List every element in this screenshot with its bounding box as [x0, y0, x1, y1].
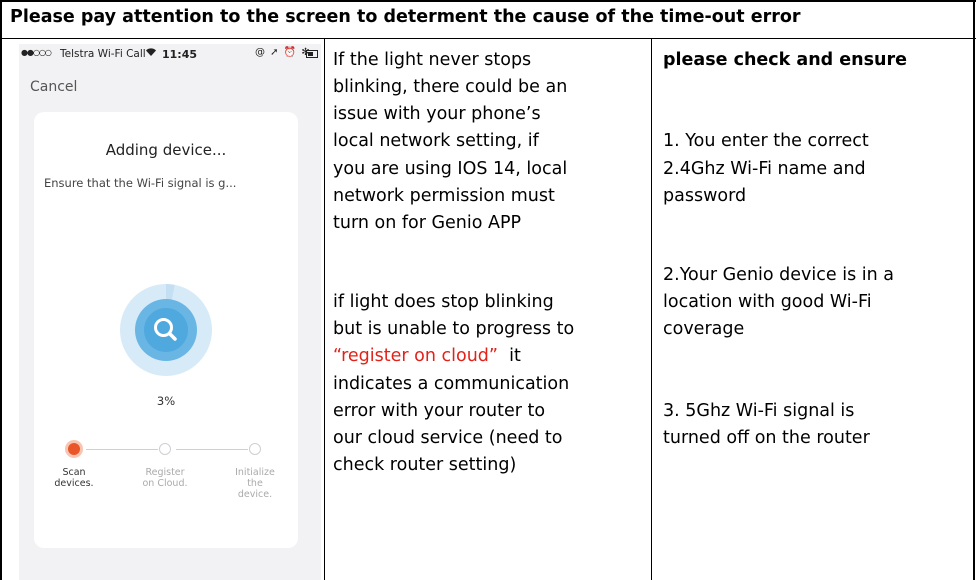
right-line-5: 2.Your Genio device is in a [663, 265, 894, 285]
table-border-left [0, 0, 2, 580]
middle-line-3: issue with your phone’s [333, 104, 541, 124]
status-time: 11:45 [162, 48, 198, 61]
middle-line-9: if light does stop blinking [333, 292, 554, 312]
search-circle [144, 308, 188, 352]
carrier-name: Telstra Wi-Fi Call [60, 48, 146, 60]
table-border-header-bottom [0, 38, 976, 39]
wifi-icon [145, 47, 157, 60]
signal-strength-icon: ●●○○○ [21, 48, 52, 57]
middle-line-6: network permission must [333, 186, 555, 206]
step-register-label: Register on Cloud. [142, 467, 188, 489]
column-divider-1 [324, 38, 325, 580]
middle-line-12: indicates a communication [333, 374, 570, 394]
table-border-top [0, 0, 976, 2]
step-scan-indicator [68, 443, 80, 455]
register-quote-open: “ [333, 346, 342, 366]
progress-percent: 3% [156, 394, 176, 408]
document-table: Please pay attention to the screen to de… [0, 0, 976, 580]
cancel-button[interactable]: Cancel [30, 79, 77, 95]
middle-line-1: If the light never stops [333, 50, 532, 70]
adding-device-title: Adding device... [105, 141, 227, 159]
middle-line-11: “register on cloud” it [333, 343, 521, 371]
register-quote-close: ” [488, 346, 498, 366]
step-connector-1 [86, 449, 158, 450]
middle-line-15: check router setting) [333, 455, 517, 475]
battery-icon [306, 50, 318, 58]
step-scan-label: Scan devices. [54, 467, 94, 489]
middle-line-4: local network setting, if [333, 131, 539, 151]
middle-line-14: our cloud service (need to [333, 428, 563, 448]
register-on-cloud-text: register on cloud [341, 346, 489, 366]
right-heading: please check and ensure [663, 50, 907, 70]
phone-screenshot: ●●○○○ Telstra Wi-Fi Call 11:45 @ ➚ ⏰ ✻ C… [19, 44, 321, 580]
wifi-signal-hint: Ensure that the Wi-Fi signal is g... [44, 176, 237, 190]
middle-line-7: turn on for Genio APP [333, 213, 522, 233]
right-line-9: 3. 5Ghz Wi-Fi signal is [663, 401, 855, 421]
right-line-2: 2.4Ghz Wi-Fi name and [663, 159, 866, 179]
progress-ring [120, 284, 212, 376]
status-bar: ●●○○○ Telstra Wi-Fi Call 11:45 @ ➚ ⏰ ✻ [19, 44, 321, 66]
status-indicator-icons: @ ➚ ⏰ ✻ [255, 47, 311, 58]
right-line-6: location with good Wi-Fi [663, 292, 872, 312]
step-connector-2 [176, 449, 248, 450]
table-header-title: Please pay attention to the screen to de… [10, 7, 801, 27]
middle-line-10: but is unable to progress to [333, 319, 575, 339]
right-line-10: turned off on the router [663, 428, 870, 448]
column-divider-2 [651, 38, 652, 580]
middle-line-5: you are using IOS 14, local [333, 159, 568, 179]
step-initialize-label: Initialize the device. [235, 467, 275, 500]
right-line-7: coverage [663, 319, 745, 339]
step-initialize-indicator [249, 443, 261, 455]
step-register-indicator [159, 443, 171, 455]
adding-device-card: Adding device... Ensure that the Wi-Fi s… [34, 112, 298, 548]
right-line-1: 1. You enter the correct [663, 131, 869, 151]
middle-line-2: blinking, there could be an [333, 77, 568, 97]
middle-line-13: error with your router to [333, 401, 546, 421]
table-border-right [973, 0, 975, 580]
register-after-text: it [498, 346, 521, 366]
right-line-3: password [663, 186, 747, 206]
